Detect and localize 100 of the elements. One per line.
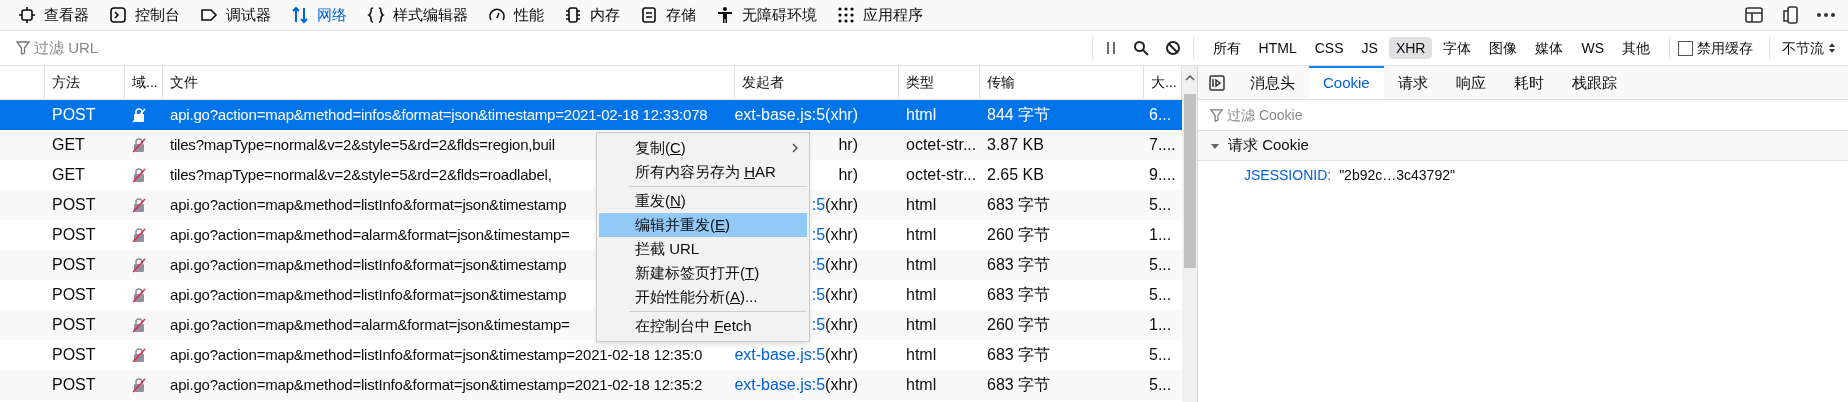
- url-filter-field[interactable]: 过滤 URL: [34, 36, 1092, 60]
- throttle-dropdown[interactable]: 不节流: [1769, 36, 1848, 60]
- devtools-tab[interactable]: 性能: [478, 0, 554, 30]
- block-icon[interactable]: [1164, 40, 1181, 56]
- table-cell-text: 6...: [1148, 105, 1173, 125]
- initiator-link[interactable]: ext-base.js:5: [735, 103, 826, 127]
- devtools-tab[interactable]: 调试器: [190, 0, 281, 30]
- insecure-lock-icon: [131, 227, 147, 243]
- menu-item[interactable]: 复制(C): [599, 136, 807, 160]
- menu-item[interactable]: 开始性能分析(A)...: [599, 285, 807, 309]
- cookie-filter-field[interactable]: 过滤 Cookie: [1227, 104, 1836, 126]
- type-filter-button[interactable]: 字体: [1436, 37, 1479, 59]
- type-filter-button[interactable]: HTML: [1251, 37, 1304, 59]
- pause-icon[interactable]: [1104, 41, 1117, 55]
- tag-icon: [200, 6, 218, 24]
- column-header[interactable]: 方法: [45, 66, 125, 99]
- sidebar-toggle-icon[interactable]: [1208, 73, 1226, 92]
- table-cell-text: POST: [51, 195, 97, 215]
- table-cell-text: GET: [51, 135, 86, 155]
- table-cell-text: 5...: [1148, 255, 1173, 275]
- accessibility-icon: [716, 6, 734, 24]
- table-cell-text: hr): [838, 165, 858, 185]
- table-cell-text: octet-str...: [905, 165, 978, 185]
- insecure-lock-icon: [131, 257, 147, 273]
- initiator-link[interactable]: ext-base.js:5: [735, 343, 826, 367]
- type-filter-button[interactable]: JS: [1354, 37, 1385, 59]
- devtools-tab[interactable]: 样式编辑器: [357, 0, 478, 30]
- devtools-tab[interactable]: 控制台: [99, 0, 190, 30]
- section-header[interactable]: 请求 Cookie: [1198, 131, 1848, 161]
- type-filter-button[interactable]: WS: [1574, 37, 1611, 59]
- details-tab[interactable]: Cookie: [1309, 66, 1384, 99]
- layout-icon[interactable]: [1744, 5, 1764, 25]
- details-tab[interactable]: 栈跟踪: [1557, 66, 1631, 99]
- table-cell: api.go?action=map&method=listInfo&format=json&timestamp: [170, 255, 567, 273]
- table-cell-text: html: [905, 285, 938, 305]
- initiator-link[interactable]: :5: [811, 193, 826, 217]
- devtools-tab[interactable]: 网络: [281, 0, 357, 30]
- menu-item[interactable]: 拦截 URL: [599, 237, 807, 261]
- column-header[interactable]: 发起者: [735, 66, 899, 99]
- table-cell-text: 5...: [1148, 375, 1173, 395]
- selected-request-row[interactable]: POST api.go?action=map&method=infos&format=json&timestamp=2021-02-18 12:33:078 ext-base.js:5(xhr) html 844 字节 6...: [0, 100, 1182, 130]
- type-filter-button[interactable]: 所有: [1205, 37, 1248, 59]
- filter-icon: [16, 41, 30, 55]
- devtools-tab[interactable]: 存储: [630, 0, 706, 30]
- details-tab[interactable]: 请求: [1383, 66, 1442, 99]
- initiator-link[interactable]: :5: [811, 253, 826, 277]
- menu-item[interactable]: 在控制台中 Fetch: [599, 314, 807, 338]
- details-tab[interactable]: 响应: [1441, 66, 1500, 99]
- devtools-tab[interactable]: 内存: [554, 0, 630, 30]
- devtools-tab[interactable]: 应用程序: [827, 0, 933, 30]
- table-cell-text: 9....: [1148, 165, 1177, 185]
- table-cell-text: html: [905, 375, 938, 395]
- menu-item[interactable]: 所有内容另存为 HAR: [599, 160, 807, 184]
- braces-icon: [367, 6, 385, 24]
- storage-icon: [640, 6, 658, 24]
- table-cell-text: 5...: [1148, 345, 1173, 365]
- menu-item[interactable]: 编辑并重发(E): [599, 213, 807, 237]
- devtools-tab[interactable]: 查看器: [8, 0, 99, 30]
- table-cell-text: hr): [838, 135, 858, 155]
- insecure-lock-icon: [131, 317, 147, 333]
- column-header[interactable]: 类型: [899, 66, 980, 99]
- element-picker-icon: [18, 6, 36, 24]
- table-cell-text: POST: [51, 375, 97, 395]
- menu-item[interactable]: 重发(N): [599, 189, 807, 213]
- chip-icon: [564, 6, 582, 24]
- insecure-lock-icon: [131, 287, 147, 303]
- column-header[interactable]: 传输: [980, 66, 1144, 99]
- table-cell: api.go?action=map&method=listInfo&format=json&timestamp: [170, 285, 567, 303]
- arrows-icon: [291, 6, 309, 24]
- initiator-link[interactable]: ext-base.js:5: [735, 373, 826, 397]
- disable-cache-checkbox[interactable]: [1678, 40, 1693, 56]
- table-cell: api.go?action=map&method=listInfo&format=json&timestamp=2021-02-18 12:35:0: [170, 345, 703, 363]
- devtools-tab[interactable]: 无障碍环境: [706, 0, 827, 30]
- responsive-icon[interactable]: [1780, 5, 1800, 25]
- search-icon[interactable]: [1132, 40, 1149, 56]
- table-cell: api.go?action=map&method=alarm&format=json&timestamp=: [170, 315, 570, 333]
- column-header[interactable]: 域...: [125, 66, 163, 99]
- details-tab[interactable]: 消息头: [1236, 66, 1309, 99]
- menu-item[interactable]: 新建标签页打开(T): [599, 261, 807, 285]
- table-cell-text: 683 字节: [986, 285, 1052, 305]
- type-filter-button[interactable]: XHR: [1388, 37, 1433, 59]
- table-cell-text: (xhr): [825, 285, 858, 305]
- cookie-name: JSESSIONID:: [1244, 165, 1332, 185]
- type-filter-button[interactable]: 其他: [1615, 37, 1657, 59]
- insecure-lock-icon: [131, 167, 147, 183]
- table-cell-text: (xhr): [825, 315, 858, 335]
- table-cell: api.go?action=map&method=alarm&format=json&timestamp=: [170, 225, 570, 243]
- table-cell-text: 683 字节: [986, 375, 1052, 395]
- table-cell-text: html: [905, 315, 938, 335]
- details-tab[interactable]: 耗时: [1499, 66, 1558, 99]
- initiator-link[interactable]: :5: [811, 223, 826, 247]
- type-filter-button[interactable]: 媒体: [1528, 37, 1571, 59]
- initiator-link[interactable]: :5: [811, 283, 826, 307]
- initiator-link[interactable]: :5: [811, 313, 826, 337]
- more-icon[interactable]: [1816, 12, 1836, 18]
- type-filter-button[interactable]: 图像: [1482, 37, 1525, 59]
- type-filter-button[interactable]: CSS: [1307, 37, 1351, 59]
- scrollbar[interactable]: [1182, 66, 1197, 402]
- table-cell-text: 5...: [1148, 285, 1173, 305]
- column-header[interactable]: 文件: [163, 66, 735, 99]
